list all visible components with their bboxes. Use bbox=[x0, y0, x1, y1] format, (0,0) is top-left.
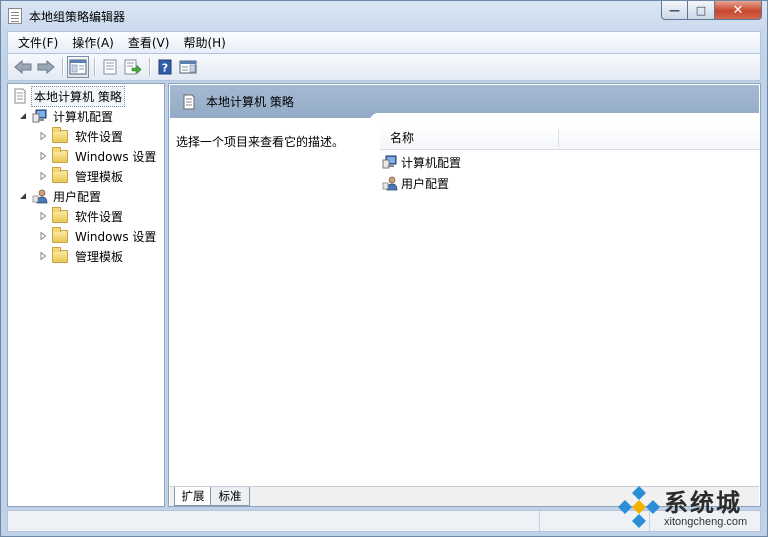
tree-item-label: 本地计算机 策略 bbox=[31, 85, 125, 107]
window-controls: — □ ✕ bbox=[661, 1, 762, 20]
column-header-name[interactable]: 名称 bbox=[380, 126, 760, 150]
tree-item-label: 计算机配置 bbox=[53, 109, 114, 124]
menu-view[interactable]: 查看(V) bbox=[122, 34, 176, 51]
forward-button[interactable] bbox=[35, 56, 57, 78]
tree-item-root[interactable]: 本地计算机 策略 bbox=[12, 85, 125, 107]
help-button[interactable]: ? bbox=[154, 56, 176, 78]
menu-file[interactable]: 文件(F) bbox=[12, 34, 64, 51]
tree-item-computer-config[interactable]: 计算机配置 bbox=[18, 106, 115, 126]
folder-icon bbox=[52, 166, 68, 183]
toolbar-separator bbox=[94, 58, 95, 76]
tree-item-label: 软件设置 bbox=[75, 209, 124, 224]
expand-arrow-icon[interactable] bbox=[38, 131, 48, 141]
user-config-icon bbox=[382, 176, 398, 191]
tree-item-user-admin-templates[interactable]: 管理模板 bbox=[38, 246, 125, 266]
svg-text:?: ? bbox=[162, 62, 168, 75]
show-hide-action-pane-button[interactable] bbox=[177, 56, 199, 78]
toolbar: ? bbox=[7, 53, 761, 81]
menu-action[interactable]: 操作(A) bbox=[66, 34, 120, 51]
details-pane: 本地计算机 策略 选择一个项目来查看它的描述。 名称 计算机配置 用户配置 扩展… bbox=[168, 83, 761, 507]
expand-arrow-icon[interactable] bbox=[38, 251, 48, 261]
watermark-url: xitongcheng.com bbox=[664, 516, 748, 528]
tab-extended[interactable]: 扩展 bbox=[174, 487, 212, 506]
list-item-user-config[interactable]: 用户配置 bbox=[382, 173, 449, 193]
tree-item-label: 管理模板 bbox=[75, 169, 124, 184]
user-config-icon bbox=[32, 189, 48, 204]
policy-document-icon bbox=[183, 94, 195, 109]
description-area: 选择一个项目来查看它的描述。 bbox=[170, 118, 370, 486]
tree-item-label: 管理模板 bbox=[75, 249, 124, 264]
list-item-computer-config[interactable]: 计算机配置 bbox=[382, 152, 461, 172]
export-list-button[interactable] bbox=[122, 56, 144, 78]
collapse-arrow-icon[interactable] bbox=[18, 111, 28, 121]
list-item-label: 用户配置 bbox=[401, 176, 450, 191]
expand-arrow-icon[interactable] bbox=[38, 171, 48, 181]
column-header-label: 名称 bbox=[390, 131, 415, 145]
tree-item-user-windows-settings[interactable]: Windows 设置 bbox=[38, 226, 158, 246]
tree-item-label: Windows 设置 bbox=[75, 149, 157, 164]
minimize-button[interactable]: — bbox=[661, 1, 688, 20]
title-bar[interactable]: 本地组策略编辑器 — □ ✕ bbox=[1, 1, 767, 31]
site-watermark: 系统城 xitongcheng.com bbox=[615, 483, 765, 535]
mmc-window: 本地组策略编辑器 — □ ✕ 文件(F) 操作(A) 查看(V) 帮助(H) ?… bbox=[0, 0, 768, 537]
properties-button[interactable] bbox=[99, 56, 121, 78]
folder-icon bbox=[52, 226, 68, 243]
tree-item-computer-software-settings[interactable]: 软件设置 bbox=[38, 126, 125, 146]
tree-item-label: 用户配置 bbox=[53, 189, 102, 204]
details-header-title: 本地计算机 策略 bbox=[206, 95, 294, 109]
policy-document-icon bbox=[14, 88, 26, 104]
expand-arrow-icon[interactable] bbox=[38, 231, 48, 241]
back-button[interactable] bbox=[12, 56, 34, 78]
expand-arrow-icon[interactable] bbox=[38, 211, 48, 221]
tab-standard[interactable]: 标准 bbox=[210, 487, 250, 506]
description-text: 选择一个项目来查看它的描述。 bbox=[176, 135, 345, 149]
export-list-icon bbox=[124, 59, 142, 75]
folder-icon bbox=[52, 206, 68, 223]
folder-icon bbox=[52, 146, 68, 163]
list-tab-decoration bbox=[370, 113, 760, 125]
tree-item-user-config[interactable]: 用户配置 bbox=[18, 186, 103, 206]
maximize-button[interactable]: □ bbox=[688, 1, 715, 20]
back-icon bbox=[14, 60, 32, 74]
policy-editor-app-icon[interactable] bbox=[8, 8, 22, 24]
brand-logo-icon bbox=[618, 486, 660, 528]
watermark-brand: 系统城 bbox=[664, 489, 742, 517]
forward-icon bbox=[37, 60, 55, 74]
expand-arrow-icon[interactable] bbox=[38, 151, 48, 161]
tree-item-label: Windows 设置 bbox=[75, 229, 157, 244]
show-hide-tree-icon bbox=[69, 59, 87, 75]
menu-help[interactable]: 帮助(H) bbox=[177, 34, 231, 51]
tree-item-label: 软件设置 bbox=[75, 129, 124, 144]
items-list: 名称 计算机配置 用户配置 bbox=[370, 113, 760, 486]
toolbar-separator bbox=[149, 58, 150, 76]
help-icon: ? bbox=[158, 59, 172, 75]
tree-item-user-software-settings[interactable]: 软件设置 bbox=[38, 206, 125, 226]
list-item-label: 计算机配置 bbox=[401, 155, 462, 170]
toolbar-separator bbox=[62, 58, 63, 76]
column-separator[interactable] bbox=[558, 129, 559, 147]
computer-config-icon bbox=[382, 155, 397, 169]
close-button[interactable]: ✕ bbox=[715, 1, 762, 20]
tree-item-computer-windows-settings[interactable]: Windows 设置 bbox=[38, 146, 158, 166]
show-hide-action-pane-icon bbox=[179, 60, 197, 74]
folder-icon bbox=[52, 126, 68, 143]
folder-icon bbox=[52, 246, 68, 263]
status-cell bbox=[8, 511, 540, 531]
menu-bar: 文件(F) 操作(A) 查看(V) 帮助(H) bbox=[7, 31, 761, 53]
tree-item-computer-admin-templates[interactable]: 管理模板 bbox=[38, 166, 125, 186]
tree-pane: 本地计算机 策略 计算机配置 软件设置 Windows 设置 管理模板 用户配置… bbox=[7, 83, 165, 507]
properties-icon bbox=[103, 59, 117, 75]
show-hide-tree-button[interactable] bbox=[67, 56, 89, 78]
computer-config-icon bbox=[32, 109, 47, 123]
window-title: 本地组策略编辑器 bbox=[29, 10, 126, 24]
collapse-arrow-icon[interactable] bbox=[18, 191, 28, 201]
